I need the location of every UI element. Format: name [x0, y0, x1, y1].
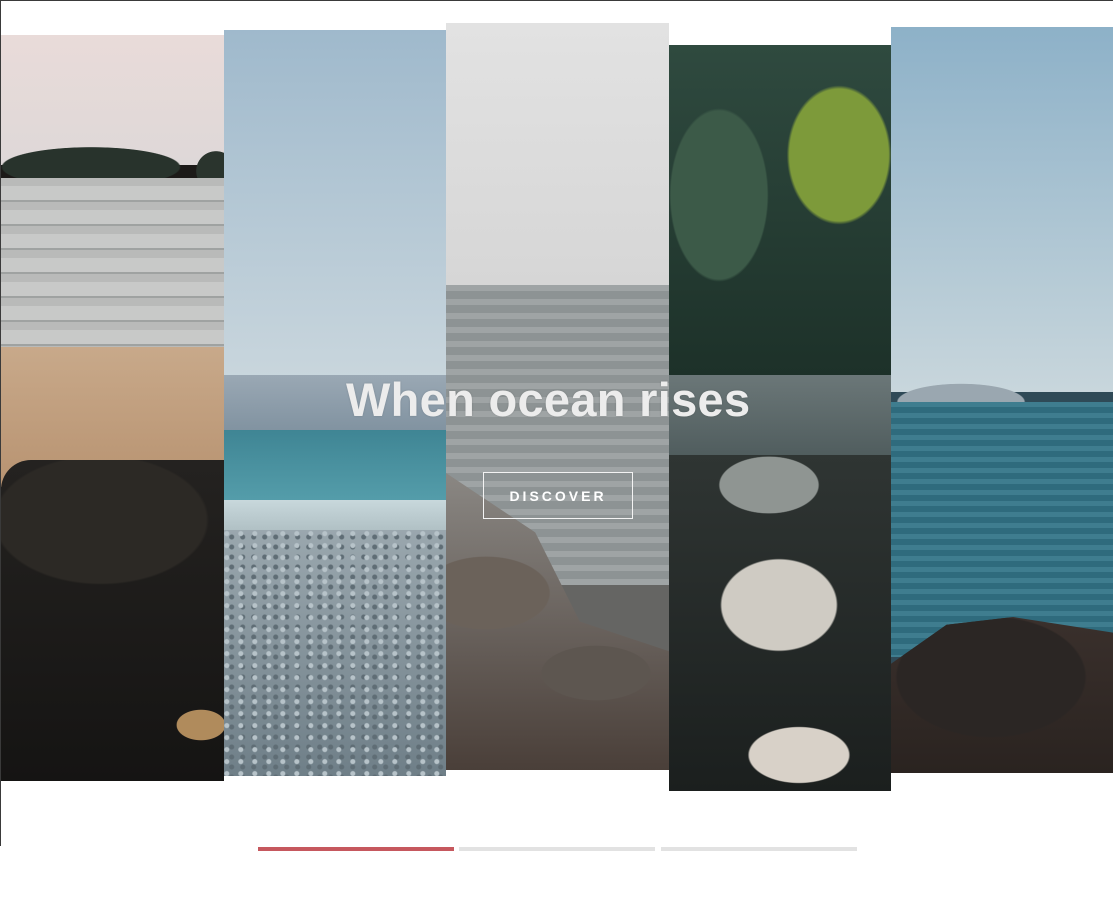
hero-title: When ocean rises — [346, 373, 751, 426]
slide-indicator-1[interactable] — [258, 847, 454, 851]
slide-indicator-2[interactable] — [459, 847, 655, 851]
photo-strip-beach-island — [1, 35, 224, 781]
slide-indicators — [258, 847, 858, 851]
discover-button[interactable]: DISCOVER — [483, 472, 633, 519]
slide-indicator-3[interactable] — [661, 847, 857, 851]
photo-strip-rocky-coast — [891, 27, 1113, 773]
